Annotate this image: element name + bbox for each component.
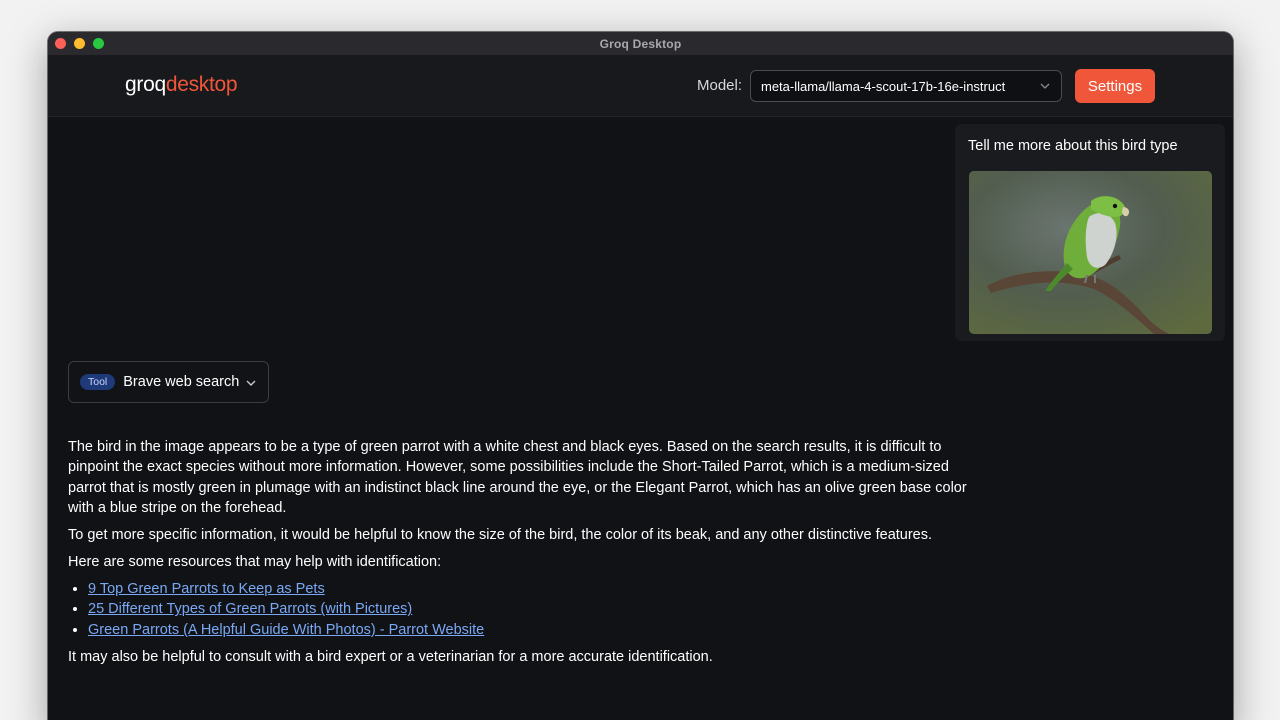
resource-list: 9 Top Green Parrots to Keep as Pets 25 D…	[88, 579, 973, 640]
assistant-message: The bird in the image appears to be a ty…	[68, 437, 973, 674]
model-select[interactable]: meta-llama/llama-4-scout-17b-16e-instruc…	[750, 70, 1062, 102]
list-item: 9 Top Green Parrots to Keep as Pets	[88, 579, 973, 599]
chevron-down-icon	[1040, 83, 1050, 89]
assistant-paragraph: It may also be helpful to consult with a…	[68, 648, 713, 665]
list-item: 25 Different Types of Green Parrots (wit…	[88, 599, 973, 619]
title-bar[interactable]: Groq Desktop	[48, 32, 1233, 56]
logo-text-groq: groq	[125, 73, 166, 96]
chevron-down-icon	[246, 380, 256, 386]
resource-link[interactable]: Green Parrots (A Helpful Guide With Phot…	[88, 622, 484, 638]
tool-call-toggle[interactable]: Tool Brave web search	[68, 361, 269, 403]
user-attached-image[interactable]	[969, 171, 1212, 334]
model-select-value: meta-llama/llama-4-scout-17b-16e-instruc…	[761, 79, 1006, 94]
close-window-button[interactable]	[55, 38, 66, 49]
parrot-photo	[969, 171, 1212, 334]
user-message-text: Tell me more about this bird type	[968, 138, 1178, 154]
resource-link[interactable]: 9 Top Green Parrots to Keep as Pets	[88, 581, 325, 597]
user-message: Tell me more about this bird type	[955, 124, 1225, 341]
logo-text-desktop: desktop	[165, 73, 238, 96]
app-header: groqdesktop Model: meta-llama/llama-4-sc…	[48, 56, 1233, 117]
tool-badge: Tool	[80, 374, 116, 390]
minimize-window-button[interactable]	[74, 38, 85, 49]
app-window: Groq Desktop groqdesktop Model: meta-lla…	[48, 32, 1233, 720]
assistant-paragraph: Here are some resources that may help wi…	[68, 554, 442, 571]
tool-name: Brave web search	[123, 374, 240, 390]
assistant-paragraph: The bird in the image appears to be a ty…	[68, 439, 967, 517]
list-item: Green Parrots (A Helpful Guide With Phot…	[88, 620, 973, 640]
window-title: Groq Desktop	[599, 36, 682, 51]
assistant-paragraph: To get more specific information, it wou…	[68, 527, 933, 544]
window-controls	[55, 38, 104, 49]
zoom-window-button[interactable]	[93, 38, 104, 49]
app-logo: groqdesktop	[125, 73, 238, 97]
settings-button-label: Settings	[1087, 77, 1143, 95]
resource-link[interactable]: 25 Different Types of Green Parrots (wit…	[88, 601, 412, 617]
settings-button[interactable]: Settings	[1075, 69, 1155, 103]
model-label: Model:	[697, 77, 743, 94]
